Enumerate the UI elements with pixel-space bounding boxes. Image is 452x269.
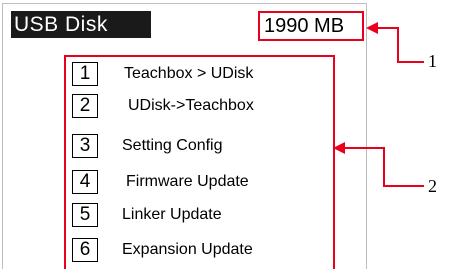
callout-2-arrowhead xyxy=(333,142,345,154)
callout-lines xyxy=(333,22,424,187)
callout-1-line xyxy=(372,27,424,63)
callout-2-line xyxy=(340,147,424,187)
callout-1-arrowhead xyxy=(366,22,378,34)
callout-1-number: 1 xyxy=(428,51,437,71)
callout-2-number: 2 xyxy=(428,176,437,196)
